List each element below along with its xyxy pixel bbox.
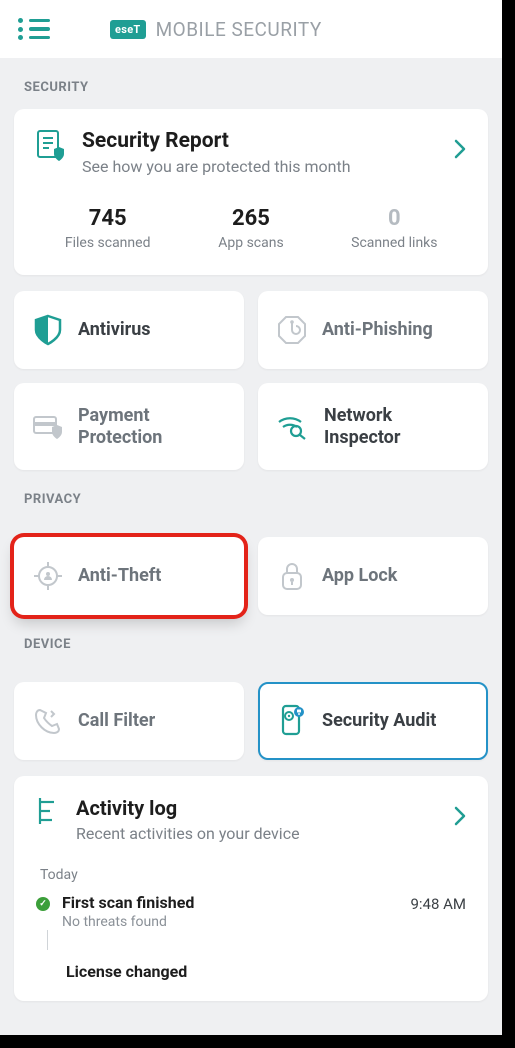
stat-value: 0 bbox=[323, 206, 466, 231]
tile-label: Call Filter bbox=[78, 710, 155, 732]
activity-today-label: Today bbox=[40, 867, 466, 883]
shield-icon bbox=[32, 314, 64, 346]
lock-icon bbox=[276, 560, 308, 592]
device-grid: Call Filter Security Audit bbox=[14, 682, 488, 760]
activity-subtitle: Recent activities on your device bbox=[76, 824, 438, 843]
stat-label: Files scanned bbox=[36, 235, 179, 251]
brand: eseT MOBILE SECURITY bbox=[110, 18, 322, 41]
report-title: Security Report bbox=[82, 129, 438, 153]
stat-apps: 265 App scans bbox=[179, 206, 322, 251]
brand-title: MOBILE SECURITY bbox=[156, 18, 322, 41]
log-connector bbox=[47, 930, 48, 950]
activity-title: Activity log bbox=[76, 796, 438, 820]
report-icon bbox=[36, 129, 66, 163]
tile-label: App Lock bbox=[322, 565, 397, 587]
scroll-area[interactable]: SECURITY Security Report See how you are… bbox=[0, 58, 502, 1035]
section-label-security: SECURITY bbox=[14, 58, 488, 109]
app-root: eseT MOBILE SECURITY SECURITY Security R bbox=[0, 0, 502, 1035]
section-label-device: DEVICE bbox=[14, 615, 488, 666]
tile-label: Payment Protection bbox=[78, 405, 226, 448]
tile-payment-protection[interactable]: Payment Protection bbox=[14, 383, 244, 470]
brand-logo: eseT bbox=[110, 20, 146, 39]
device-gear-icon bbox=[276, 704, 308, 738]
phone-icon bbox=[32, 706, 64, 736]
app-bar: eseT MOBILE SECURITY bbox=[0, 0, 502, 58]
log-cutoff: License changed bbox=[66, 962, 466, 981]
activity-log-card[interactable]: Activity log Recent activities on your d… bbox=[14, 776, 488, 1001]
tile-label: Antivirus bbox=[78, 319, 151, 341]
tile-antitheft[interactable]: Anti-Theft bbox=[14, 537, 244, 615]
tile-applock[interactable]: App Lock bbox=[258, 537, 488, 615]
stat-value: 745 bbox=[36, 206, 179, 231]
security-grid: Antivirus Anti-Phishing Payment Protecti… bbox=[14, 291, 488, 470]
tile-label: Network Inspector bbox=[324, 405, 470, 448]
log-title: First scan finished bbox=[62, 893, 398, 912]
menu-icon[interactable] bbox=[18, 13, 50, 45]
hook-octagon-icon bbox=[276, 315, 308, 345]
stat-label: Scanned links bbox=[323, 235, 466, 251]
tile-security-audit[interactable]: Security Audit bbox=[258, 682, 488, 760]
card-shield-icon bbox=[32, 413, 64, 441]
stat-links: 0 Scanned links bbox=[323, 206, 466, 251]
tile-label: Anti-Theft bbox=[78, 565, 161, 587]
report-subtitle: See how you are protected this month bbox=[82, 157, 438, 176]
tile-label: Anti-Phishing bbox=[322, 319, 433, 341]
stat-label: App scans bbox=[179, 235, 322, 251]
chevron-right-icon bbox=[454, 806, 466, 826]
tile-network-inspector[interactable]: Network Inspector bbox=[258, 383, 488, 470]
tile-antivirus[interactable]: Antivirus bbox=[14, 291, 244, 369]
activity-icon bbox=[36, 796, 60, 826]
tile-label: Security Audit bbox=[322, 710, 436, 732]
chevron-right-icon bbox=[454, 139, 466, 159]
wifi-search-icon bbox=[276, 413, 310, 441]
log-time: 9:48 AM bbox=[410, 895, 466, 913]
log-subtitle: No threats found bbox=[62, 914, 398, 930]
report-stats: 745 Files scanned 265 App scans 0 Scanne… bbox=[36, 206, 466, 251]
stat-files: 745 Files scanned bbox=[36, 206, 179, 251]
tile-antiphishing[interactable]: Anti-Phishing bbox=[258, 291, 488, 369]
section-label-privacy: PRIVACY bbox=[14, 470, 488, 521]
check-icon bbox=[36, 897, 50, 911]
crosshair-icon bbox=[32, 560, 64, 592]
security-report-card[interactable]: Security Report See how you are protecte… bbox=[14, 109, 488, 275]
privacy-grid: Anti-Theft App Lock bbox=[14, 537, 488, 615]
stat-value: 265 bbox=[179, 206, 322, 231]
tile-callfilter[interactable]: Call Filter bbox=[14, 682, 244, 760]
log-item: First scan finished No threats found 9:4… bbox=[36, 893, 466, 930]
